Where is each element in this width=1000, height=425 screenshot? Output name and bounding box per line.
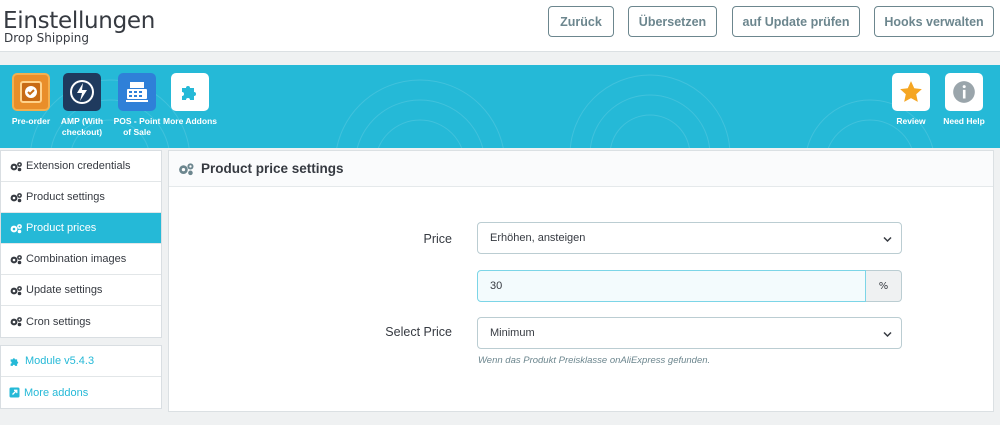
- sidebar-item-product-settings[interactable]: Product settings: [1, 182, 161, 213]
- sidebar-item-label: Product prices: [26, 222, 97, 234]
- sidebar-item-label: Cron settings: [26, 315, 91, 328]
- sidebar-item-label: More addons: [24, 386, 89, 399]
- cogs-icon: [9, 316, 23, 327]
- addons-banner: Pre-order AMP (With checkout) POS - Poin…: [0, 65, 1000, 148]
- check-update-button[interactable]: auf Update prüfen: [732, 6, 860, 37]
- addon-label: Pre-order: [11, 116, 51, 126]
- lightning-icon: [63, 73, 101, 111]
- sidebar-item-label: Update settings: [26, 284, 103, 296]
- settings-sidebar: Extension credentials Product settings P…: [0, 150, 162, 409]
- sidebar-item-combination-images[interactable]: Combination images: [1, 244, 161, 275]
- panel-title: Product price settings: [201, 161, 344, 176]
- select-value: Erhöhen, ansteigen: [490, 232, 586, 244]
- external-link-icon: [9, 387, 21, 398]
- addon-amp[interactable]: AMP (With checkout): [54, 73, 110, 138]
- addon-label: Review: [896, 116, 926, 126]
- cogs-icon: [9, 223, 23, 234]
- addon-label: More Addons: [163, 116, 217, 126]
- chevron-down-icon: [883, 234, 892, 246]
- cogs-icon: [9, 161, 23, 172]
- addon-more[interactable]: More Addons: [162, 73, 218, 127]
- addon-pre-order[interactable]: Pre-order: [3, 73, 59, 127]
- select-price-select[interactable]: Minimum: [477, 317, 902, 349]
- sidebar-item-extension-credentials[interactable]: Extension credentials: [1, 151, 161, 182]
- cash-register-icon: [118, 73, 156, 111]
- sidebar-item-label: Product settings: [26, 191, 105, 203]
- sidebar-item-label: Module v5.4.3: [25, 355, 95, 367]
- sidebar-links: Module v5.4.3 More addons: [0, 345, 162, 409]
- cogs-icon: [9, 285, 23, 296]
- info-icon: [945, 73, 983, 111]
- sidebar-item-label: Extension credentials: [26, 160, 131, 172]
- price-label: Price: [423, 232, 452, 246]
- sidebar-link-more-addons[interactable]: More addons: [1, 377, 161, 408]
- price-amount-group: 30 %: [477, 270, 902, 302]
- price-amount-input[interactable]: 30: [477, 270, 866, 302]
- help-text: Wenn das Produkt Preisklasse onAliExpres…: [478, 355, 711, 366]
- star-icon: [892, 73, 930, 111]
- settings-menu: Extension credentials Product settings P…: [0, 150, 162, 338]
- back-button[interactable]: Zurück: [548, 6, 614, 37]
- page-subtitle: Drop Shipping: [4, 31, 90, 45]
- panel-header: Product price settings: [169, 151, 993, 187]
- addon-pos[interactable]: POS - Point of Sale: [109, 73, 165, 138]
- page-header: Einstellungen Drop Shipping Zurück Übers…: [0, 0, 1000, 52]
- sidebar-item-label: Combination images: [26, 253, 127, 265]
- cogs-icon: [9, 254, 23, 265]
- price-settings-panel: Product price settings Price Erhöhen, an…: [168, 150, 994, 412]
- manage-hooks-button[interactable]: Hooks verwalten: [874, 6, 994, 37]
- chevron-down-icon: [883, 329, 892, 341]
- addon-label: AMP (With checkout): [60, 116, 104, 137]
- translate-button[interactable]: Übersetzen: [628, 6, 717, 37]
- addon-label: Need Help: [943, 116, 985, 126]
- addon-review[interactable]: Review: [883, 73, 939, 127]
- select-value: Minimum: [490, 327, 535, 339]
- sidebar-item-product-prices[interactable]: Product prices: [1, 213, 161, 244]
- sidebar-link-module-version[interactable]: Module v5.4.3: [1, 346, 161, 377]
- select-price-label: Select Price: [385, 325, 452, 339]
- clock-box-icon: [12, 73, 50, 111]
- cogs-icon: [9, 192, 23, 203]
- puzzle-icon: [171, 73, 209, 111]
- puzzle-icon: [9, 356, 22, 367]
- cogs-icon: [177, 162, 195, 176]
- sidebar-item-cron-settings[interactable]: Cron settings: [1, 306, 161, 337]
- addon-label: POS - Point of Sale: [113, 116, 161, 137]
- percent-suffix: %: [866, 270, 902, 302]
- sidebar-item-update-settings[interactable]: Update settings: [1, 275, 161, 306]
- addon-need-help[interactable]: Need Help: [936, 73, 992, 127]
- price-mode-select[interactable]: Erhöhen, ansteigen: [477, 222, 902, 254]
